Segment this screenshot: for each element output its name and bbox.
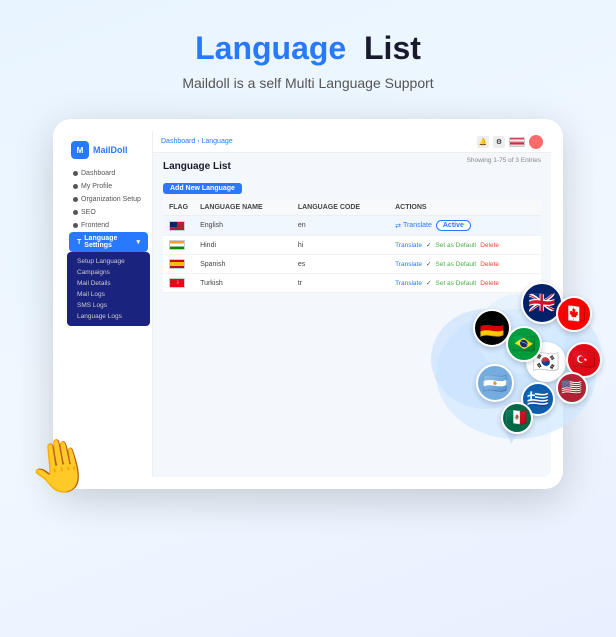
nav-dot — [73, 223, 78, 228]
language-code-es: es — [292, 255, 389, 274]
flag-cell-es — [163, 255, 194, 274]
breadcrumb: Dashboard › Language — [161, 138, 233, 145]
logo-text: MailDoll — [93, 145, 128, 155]
page-subtitle: Maildoll is a self Multi Language Suppor… — [20, 75, 596, 91]
sidebar-item-dashboard[interactable]: Dashboard — [65, 167, 152, 180]
nav-dot — [73, 210, 78, 215]
sidebar-submenu-item-maildetails[interactable]: Mail Details — [67, 278, 150, 289]
flag-es-icon — [169, 259, 185, 269]
sidebar-item-profile[interactable]: My Profile — [65, 180, 152, 193]
flag-cell-en — [163, 216, 194, 236]
flag-tr-icon: ☽ — [169, 278, 185, 288]
active-badge-en[interactable]: Active — [436, 220, 471, 231]
flag-br: 🇧🇷 — [506, 326, 542, 362]
t-icon: T — [77, 239, 81, 246]
flag-cell-tr: ☽ — [163, 274, 194, 293]
col-name: LANGUAGE NAME — [194, 200, 292, 216]
translate-icon: ⇄ — [395, 222, 401, 230]
language-code-tr: tr — [292, 274, 389, 293]
table-header: FLAG LANGUAGE NAME LANGUAGE CODE ACTIONS — [163, 200, 541, 216]
showing-text: Showing 1-75 of 3 Entries — [467, 157, 541, 164]
flag-ca: 🇨🇦 — [556, 296, 592, 332]
sidebar-submenu-item-smslogs[interactable]: SMS Logs — [67, 300, 150, 311]
sidebar-item-language[interactable]: T Language Settings ▾ — [69, 232, 148, 252]
table-row: Hindi hi Translate ✓ Set as Default Dele… — [163, 236, 541, 255]
top-bar-icons: 🔔 ⚙ — [477, 135, 543, 149]
actions-en: ⇄ Translate Active — [389, 216, 541, 236]
language-name-tr: Turkish — [194, 274, 292, 293]
col-code: LANGUAGE CODE — [292, 200, 389, 216]
top-bar: Dashboard › Language 🔔 ⚙ — [153, 131, 551, 153]
actions-row-en: ⇄ Translate Active — [395, 220, 535, 231]
action-bar: Add New Language Showing 1-75 of 3 Entri… — [163, 177, 541, 200]
col-actions: ACTIONS — [389, 200, 541, 216]
flag-in-icon — [169, 240, 185, 250]
flag-cell-hi — [163, 236, 194, 255]
notification-icon[interactable]: 🔔 — [477, 136, 489, 148]
nav-dot — [73, 184, 78, 189]
flag-ar: 🇦🇷 — [476, 364, 514, 402]
flag-us-icon — [169, 221, 185, 231]
flag-cloud-decoration: 🇬🇧 🇩🇪 🇰🇷 🇨🇦 🇹🇷 🇦🇷 🇬🇷 🇧🇷 🇺🇸 🇲🇽 — [411, 254, 611, 474]
sidebar: M MailDoll Dashboard My Profile Organiza… — [65, 131, 153, 477]
flag-us-deco: 🇺🇸 — [556, 372, 588, 404]
breadcrumb-current: Language — [201, 138, 232, 145]
sidebar-submenu-item-setup[interactable]: Setup Language — [67, 256, 150, 267]
language-flag-icon[interactable] — [509, 137, 525, 147]
settings-icon[interactable]: ⚙ — [493, 136, 505, 148]
hand-pointer-decoration: 🤚 — [23, 431, 97, 502]
sidebar-item-frontend[interactable]: Frontend — [65, 219, 152, 232]
device-container: M MailDoll Dashboard My Profile Organiza… — [0, 119, 616, 489]
default-link-hi[interactable]: Set as Default — [435, 242, 476, 249]
sidebar-submenu-item-langlogs[interactable]: Language Logs — [67, 311, 150, 322]
logo-icon: M — [71, 141, 89, 159]
table-header-row: FLAG LANGUAGE NAME LANGUAGE CODE ACTIONS — [163, 200, 541, 216]
title-normal: List — [364, 30, 421, 66]
nav-dot — [73, 197, 78, 202]
nav-dot — [73, 171, 78, 176]
sidebar-submenu: Setup Language Campaigns Mail Details Ma… — [67, 252, 150, 326]
language-name-es: Spanish — [194, 255, 292, 274]
flag-mx: 🇲🇽 — [501, 402, 533, 434]
translate-link-hi[interactable]: Translate — [395, 242, 422, 249]
actions-hi: Translate ✓ Set as Default Delete — [389, 236, 541, 255]
col-flag: FLAG — [163, 200, 194, 216]
breadcrumb-root: Dashboard — [161, 138, 195, 145]
table-row: English en ⇄ Translate Active — [163, 216, 541, 236]
delete-link-hi[interactable]: Delete — [480, 242, 499, 249]
translate-button-en[interactable]: ⇄ Translate — [395, 222, 432, 230]
action-links-hi: Translate ✓ Set as Default Delete — [395, 241, 535, 249]
title-highlight: Language — [195, 30, 346, 66]
sidebar-item-seo[interactable]: SEO — [65, 206, 152, 219]
language-name-en: English — [194, 216, 292, 236]
user-avatar[interactable] — [529, 135, 543, 149]
language-code-en: en — [292, 216, 389, 236]
sidebar-submenu-item-maillogs[interactable]: Mail Logs — [67, 289, 150, 300]
language-code-hi: hi — [292, 236, 389, 255]
add-language-button[interactable]: Add New Language — [163, 183, 242, 194]
sidebar-logo: M MailDoll — [65, 137, 152, 167]
language-name-hi: Hindi — [194, 236, 292, 255]
page-title: Language List — [20, 30, 596, 67]
sidebar-item-org[interactable]: Organization Setup — [65, 193, 152, 206]
sidebar-submenu-item-campaigns[interactable]: Campaigns — [67, 267, 150, 278]
page-header: Language List Maildoll is a self Multi L… — [0, 0, 616, 119]
